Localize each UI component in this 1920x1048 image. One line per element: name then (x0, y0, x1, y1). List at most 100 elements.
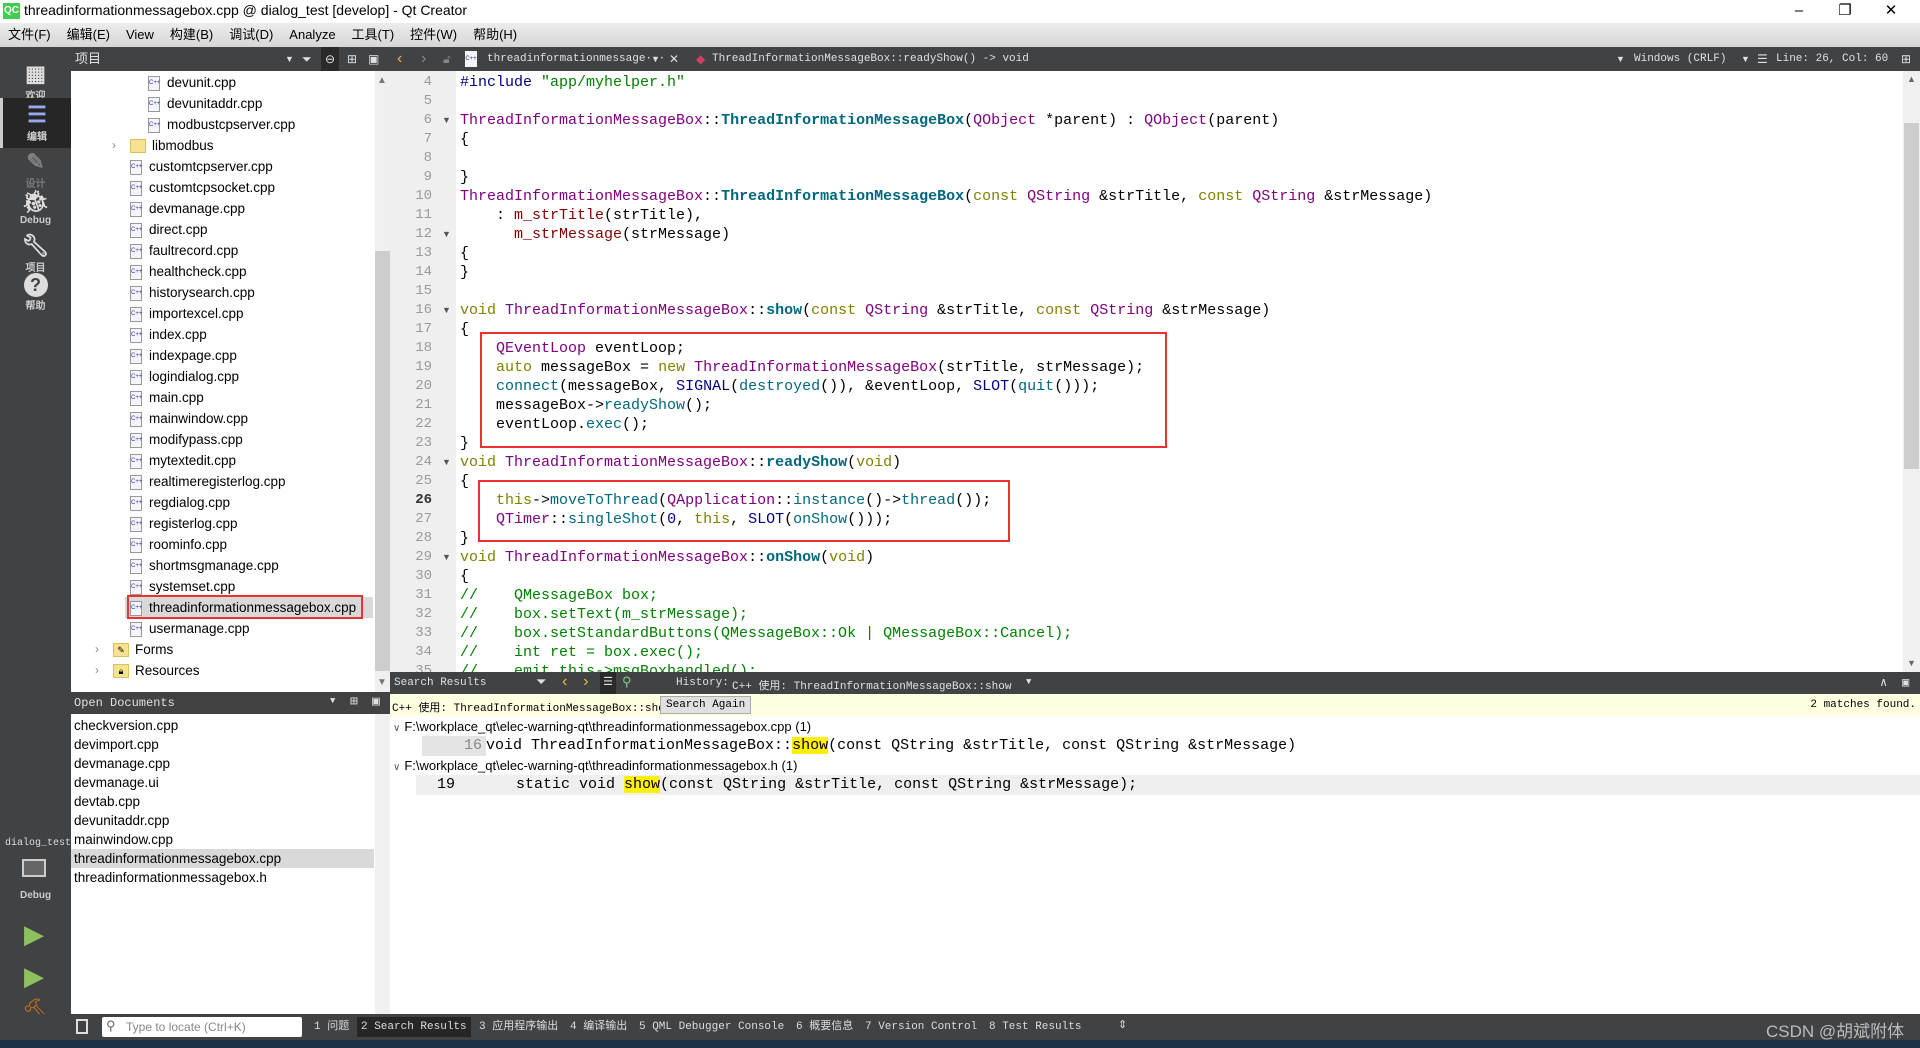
kit-selector-monitor-icon[interactable] (22, 859, 46, 877)
tree-item[interactable]: C++ modbustcpserver.cpp (148, 114, 295, 135)
open-document-item[interactable]: devmanage.ui (71, 773, 374, 792)
symbol-combo-arrow-icon[interactable]: ▼ (1616, 47, 1625, 71)
code-line[interactable]: eventLoop.exec(); (460, 415, 649, 434)
code-line[interactable]: { (460, 130, 469, 149)
tree-item[interactable]: C++ indexpage.cpp (130, 345, 237, 366)
editor-scrollbar[interactable]: ▲ ▼ (1903, 71, 1920, 672)
tree-item[interactable]: C++ registerlog.cpp (130, 513, 238, 534)
tree-item[interactable]: C++ historysearch.cpp (130, 282, 255, 303)
output-tab[interactable]: 2 Search Results (357, 1017, 471, 1037)
open-document-item[interactable]: threadinformationmessagebox.cpp (71, 849, 374, 868)
mode-pencil[interactable]: ✎ 设计 (0, 145, 71, 190)
code-line[interactable]: ThreadInformationMessageBox::ThreadInfor… (460, 111, 1279, 130)
mode-help[interactable]: ? 帮助 (0, 269, 71, 312)
code-line[interactable]: } (460, 263, 469, 282)
code-line[interactable]: m_strMessage(strMessage) (460, 225, 730, 244)
tree-item[interactable]: C++ threadinformationmessagebox.cpp (130, 597, 356, 618)
open-document-item[interactable]: threadinformationmessagebox.h (71, 868, 374, 887)
code-line[interactable]: void ThreadInformationMessageBox::onShow… (460, 548, 874, 567)
menu-item[interactable]: 文件(F) (0, 23, 59, 47)
close-panel-icon[interactable]: ▣ (368, 47, 379, 71)
tree-item[interactable]: C++ logindialog.cpp (130, 366, 239, 387)
code-line[interactable]: QEventLoop eventLoop; (460, 339, 685, 358)
expand-arrow-icon[interactable]: › (112, 138, 116, 152)
output-tab[interactable]: 1 问题 (310, 1017, 353, 1037)
symbol-combo[interactable]: ThreadInformationMessageBox::readyShow()… (712, 47, 1029, 71)
tree-item[interactable]: ✎ Forms (113, 639, 173, 660)
debug-run-icon[interactable]: ▶ (24, 961, 44, 992)
tree-item[interactable]: C++ customtcpserver.cpp (130, 156, 273, 177)
tree-item[interactable]: C++ devunitaddr.cpp (148, 93, 262, 114)
tree-scroll-thumb[interactable] (375, 251, 390, 671)
menu-item[interactable]: 编辑(E) (59, 23, 118, 47)
expand-arrow-icon[interactable]: › (95, 642, 99, 656)
menu-item[interactable]: View (118, 23, 162, 47)
panel-dropdown-icon[interactable]: ▼ (285, 47, 294, 71)
tree-scrollbar[interactable]: ▲ ▼ (375, 71, 390, 692)
output-tab[interactable]: 3 应用程序输出 (475, 1017, 562, 1037)
code-line[interactable]: : m_strTitle(strTitle), (460, 206, 703, 225)
code-line[interactable]: // int ret = box.exec(); (460, 643, 703, 662)
code-line[interactable]: } (460, 168, 469, 187)
search-again-button[interactable]: Search Again (660, 696, 752, 714)
line-ending-combo[interactable]: Windows (CRLF) (1634, 47, 1726, 71)
line-ending-arrow-icon[interactable]: ▼ (1741, 47, 1750, 71)
tree-item[interactable]: C++ shortmsgmanage.cpp (130, 555, 279, 576)
cursor-position[interactable]: Line: 26, Col: 60 (1776, 47, 1888, 71)
open-document-item[interactable]: devimport.cpp (71, 735, 374, 754)
code-line[interactable]: { (460, 567, 469, 586)
fold-arrow-icon[interactable]: ▼ (442, 111, 451, 130)
close-document-icon[interactable]: ✕ (669, 47, 679, 71)
open-docs-scrollbar[interactable] (375, 714, 390, 1014)
locate-input[interactable]: ⚲ Type to locate (Ctrl+K) (102, 1017, 302, 1037)
code-line[interactable]: } (460, 434, 469, 453)
code-line[interactable]: } (460, 529, 469, 548)
menu-item[interactable]: 调试(D) (221, 23, 281, 47)
code-line[interactable]: messageBox->readyShow(); (460, 396, 712, 415)
tree-item[interactable]: C++ mainwindow.cpp (130, 408, 248, 429)
code-editor[interactable]: 4 5 6 ▼ 7 8 9 10 11 12 ▼ 13 14 15 16 ▼ 17 18 19 20 21 22 23 24 ▼… (390, 71, 1920, 672)
output-tab[interactable]: 5 QML Debugger Console (635, 1017, 788, 1037)
sync-link-icon[interactable]: ⊖ (321, 47, 340, 71)
tree-item[interactable]: C++ usermanage.cpp (130, 618, 250, 639)
menu-item[interactable]: 构建(B) (162, 23, 221, 47)
code-line[interactable]: #include "app/myhelper.h" (460, 73, 685, 92)
fold-arrow-icon[interactable]: ▼ (442, 301, 451, 320)
tree-item[interactable]: C++ direct.cpp (130, 219, 208, 240)
scroll-down-icon[interactable]: ▼ (377, 677, 387, 688)
code-line[interactable]: { (460, 320, 469, 339)
code-line[interactable]: // QMessageBox box; (460, 586, 658, 605)
code-line[interactable]: this->moveToThread(QApplication::instanc… (460, 491, 991, 510)
code-line[interactable]: // emit this->msgBoxhandled(); (460, 662, 757, 672)
tree-item[interactable]: 🔒︎ Resources (113, 660, 200, 681)
tree-item[interactable]: C++ mytextedit.cpp (130, 450, 236, 471)
history-combo[interactable]: C++ 使用: ThreadInformationMessageBox::sho… (732, 677, 1011, 693)
tree-item[interactable]: C++ modifypass.cpp (130, 429, 243, 450)
previous-result-icon[interactable]: ‹ (560, 673, 570, 691)
split-editor-icon[interactable]: ⊞ (1901, 47, 1911, 71)
result-row[interactable]: 16 void ThreadInformationMessageBox::show… (422, 736, 1296, 756)
file-combo-arrow-icon[interactable]: ▼ (651, 47, 660, 71)
code-line[interactable]: QTimer::singleShot(0, this, SLOT(onShow(… (460, 510, 892, 529)
toggle-sidebar-button[interactable] (76, 1019, 88, 1034)
forward-icon[interactable]: › (421, 47, 426, 71)
open-document-item[interactable]: checkversion.cpp (71, 716, 374, 735)
code-line[interactable]: connect(messageBox, SIGNAL(destroyed()),… (460, 377, 1099, 396)
file-combo[interactable]: threadinformationmessage··· (487, 47, 665, 71)
next-result-icon[interactable]: › (581, 673, 591, 691)
restore-button[interactable]: ❐ (1822, 0, 1868, 23)
fold-arrow-icon[interactable]: ▼ (442, 548, 451, 567)
open-document-item[interactable]: devmanage.cpp (71, 754, 374, 773)
fold-arrow-icon[interactable]: ▼ (442, 453, 451, 472)
scroll-down-icon[interactable]: ▼ (1907, 658, 1916, 668)
output-tab[interactable]: 4 编译输出 (566, 1017, 631, 1037)
code-line[interactable]: { (460, 472, 469, 491)
menu-item[interactable]: Analyze (281, 23, 343, 47)
code-line[interactable]: { (460, 244, 469, 263)
tree-item[interactable]: C++ systemset.cpp (130, 576, 235, 597)
menu-item[interactable]: 工具(T) (344, 23, 403, 47)
code-line[interactable]: void ThreadInformationMessageBox::show(c… (460, 301, 1270, 320)
more-tabs-icon[interactable]: ⇕ (1118, 1018, 1127, 1031)
collapse-arrow-icon[interactable]: ∨ (393, 723, 400, 734)
result-file-path[interactable]: ∨ F:\workplace_qt\elec-warning-qt\threadi… (390, 756, 797, 775)
